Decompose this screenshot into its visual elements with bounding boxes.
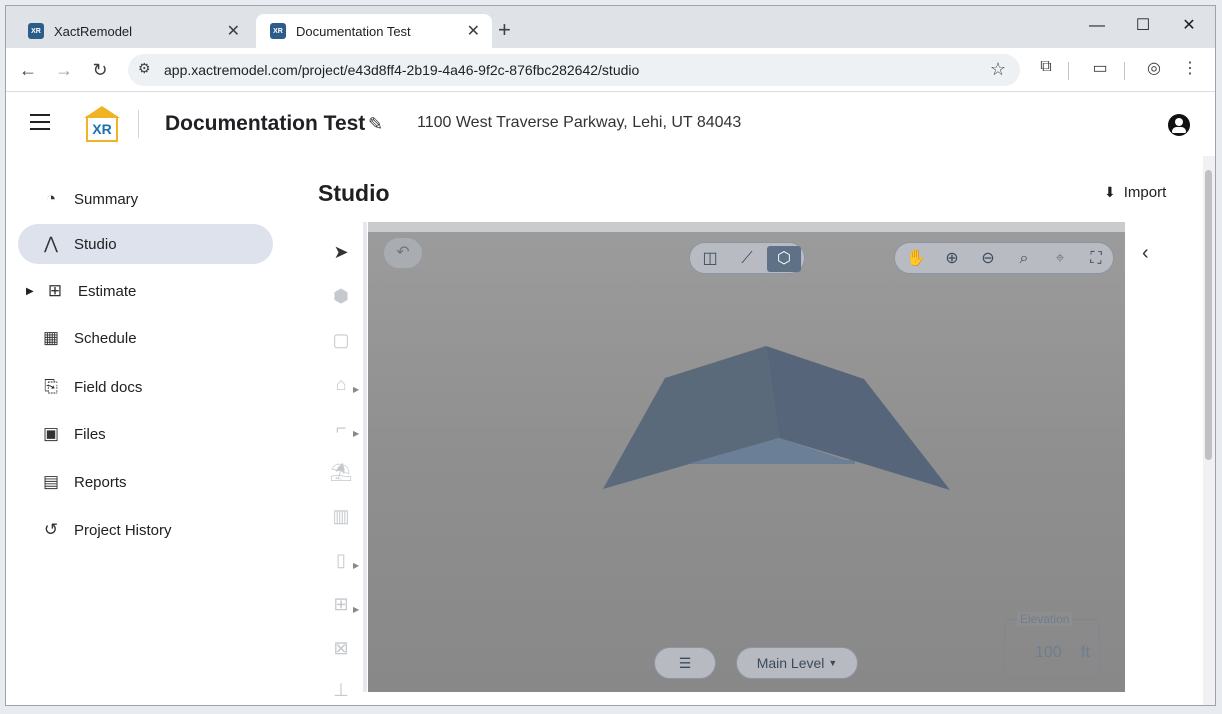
url-text[interactable]: app.xactremodel.com/project/e43d8ff4-2b1… [164, 62, 639, 78]
room-shape-icon[interactable]: ⬢ [329, 284, 353, 308]
project-address: 1100 West Traverse Parkway, Lehi, UT 840… [417, 114, 742, 131]
calculator-icon: ⊞ [47, 281, 63, 300]
profile-icon[interactable]: ◎ [1142, 58, 1166, 78]
site-info-icon[interactable]: ⚙ [138, 60, 151, 77]
deck-icon[interactable]: ⛱ [329, 460, 353, 484]
sidebar: ◔ Summary ⋀ Studio ▶ ⊞ Estimate ▦ Schedu… [6, 156, 296, 705]
sidebar-item-label: Field docs [74, 378, 143, 396]
calendar-icon: ▦ [42, 328, 60, 347]
sidebar-item-studio[interactable]: ⋀ Studio [18, 224, 273, 264]
opening-icon[interactable]: ⊠ [329, 636, 353, 660]
project-title: Documentation Test [165, 112, 366, 135]
dropdown-caret-icon: ▼ [828, 658, 838, 668]
tab-documentation-test[interactable]: XR Documentation Test ✕ [256, 14, 492, 48]
collapse-panel-chevron-icon[interactable]: ‹ [1142, 242, 1149, 265]
elevation-value[interactable]: 100 [1035, 644, 1062, 662]
sidebar-item-label: Estimate [78, 282, 137, 300]
elevation-label: Elevation [1017, 612, 1073, 626]
sidebar-item-field-docs[interactable]: ⎘ Field docs [18, 367, 273, 407]
xactremodel-logo[interactable]: XR [82, 106, 122, 142]
fence-icon[interactable]: ▥ [329, 504, 353, 528]
account-icon[interactable] [1168, 114, 1190, 136]
level-selector[interactable]: Main Level ▼ [736, 647, 858, 679]
sidebar-item-label: Summary [74, 190, 139, 208]
toolbar-divider [1068, 62, 1069, 80]
reload-icon[interactable]: ↻ [86, 56, 114, 84]
sidebar-item-schedule[interactable]: ▦ Schedule [18, 318, 273, 358]
scrollbar-thumb[interactable] [1205, 170, 1212, 460]
elevation-unit: ft [1081, 644, 1090, 661]
page-title: Studio [318, 180, 390, 206]
tab-strip: XR XactRemodel ✕ XR Documentation Test ✕… [6, 6, 1215, 48]
close-tab-icon[interactable]: ✕ [227, 21, 240, 41]
sidebar-item-summary[interactable]: ◔ Summary [18, 179, 273, 219]
hamburger-menu-icon[interactable] [30, 114, 50, 130]
close-tab-icon[interactable]: ✕ [467, 21, 480, 41]
sidebar-item-reports[interactable]: ▤ Reports [18, 462, 273, 502]
3d-viewport[interactable]: ↶ ◫ ⟋ ⬡ ✋ ⊕ ⊖ ⌕ ⌖ ⛶ Elevation 100 ft ☰ M… [368, 222, 1125, 692]
tab-title: XactRemodel [54, 23, 133, 39]
back-icon[interactable]: ← [14, 56, 42, 84]
address-bar[interactable]: ⚙ app.xactremodel.com/project/e43d8ff4-2… [128, 54, 1020, 86]
sidebar-item-label: Reports [74, 473, 127, 491]
app-header: XR Documentation Test ✎ 1100 West Traver… [6, 92, 1215, 156]
rectangle-room-icon[interactable]: ▢ [329, 328, 353, 352]
sidebar-item-label: Schedule [74, 329, 137, 347]
minimize-icon[interactable]: — [1074, 12, 1120, 40]
browser-menu-icon[interactable]: ⋮ [1178, 58, 1202, 78]
select-pointer-icon[interactable]: ➤ [329, 240, 353, 264]
sidebar-item-label: Studio [74, 235, 117, 253]
download-icon: ⬇ [1104, 184, 1116, 200]
forward-icon[interactable]: → [50, 56, 78, 84]
cast-search-icon[interactable]: ▭ [1088, 58, 1112, 78]
sidebar-item-label: Project History [74, 521, 172, 539]
edit-pencil-icon[interactable]: ✎ [368, 114, 383, 135]
stairs-icon[interactable]: ⌐ ▶ [329, 416, 359, 440]
studio-toolbar: ➤ ⬢ ▢ ⌂ ▶ ⌐ ▶ ⛱ ▥ ▯ ▶ ⊞ ▶ ⊠ ⊥ [319, 222, 367, 700]
document-icon: ▤ [42, 472, 60, 491]
browser-window: XR XactRemodel ✕ XR Documentation Test ✕… [5, 5, 1216, 706]
window-icon[interactable]: ⊞ ▶ [329, 592, 359, 616]
roof-tool-icon[interactable]: ⌂ ▶ [329, 372, 360, 396]
header-divider [138, 110, 139, 138]
images-icon: ▣ [42, 424, 60, 443]
expand-caret-icon[interactable]: ▶ [26, 286, 34, 297]
tab-title: Documentation Test [296, 23, 411, 39]
level-label: Main Level [756, 655, 825, 671]
sidebar-item-project-history[interactable]: ↺ Project History [18, 510, 273, 550]
extensions-icon[interactable]: ⧉ [1034, 58, 1058, 76]
elevation-field[interactable]: Elevation 100 ft [1004, 612, 1100, 679]
page-scrollbar[interactable] [1203, 156, 1215, 705]
maximize-icon[interactable]: ☐ [1120, 12, 1166, 40]
history-icon: ↺ [43, 520, 59, 539]
roof-right-face [766, 346, 950, 490]
tab-xactremodel[interactable]: XR XactRemodel ✕ [14, 14, 252, 48]
settings-sliders-button[interactable]: ☰ [654, 647, 716, 679]
door-icon[interactable]: ▯ ▶ [329, 548, 359, 572]
toolbar-divider [1124, 62, 1125, 80]
more-tools-icon[interactable]: ⊥ [329, 678, 353, 702]
sidebar-item-files[interactable]: ▣ Files [18, 414, 273, 454]
xr-favicon-icon: XR [270, 23, 286, 39]
logo-text: XR [86, 116, 118, 142]
browser-toolbar: ← → ↻ ⚙ app.xactremodel.com/project/e43d… [6, 48, 1215, 92]
new-tab-button[interactable]: + [498, 16, 511, 44]
sliders-icon: ☰ [678, 654, 692, 671]
clipboard-plus-icon: ⎘ [44, 377, 58, 396]
sidebar-item-estimate[interactable]: ▶ ⊞ Estimate [18, 271, 273, 311]
gauge-icon: ◔ [45, 189, 57, 208]
import-label: Import [1123, 184, 1167, 201]
compass-icon: ⋀ [44, 234, 58, 253]
import-button[interactable]: ⬇ Import [1104, 184, 1166, 201]
sidebar-item-label: Files [74, 425, 106, 443]
roof-left-face [603, 346, 779, 489]
xr-favicon-icon: XR [28, 23, 44, 39]
close-window-icon[interactable]: ✕ [1166, 12, 1212, 40]
bookmark-star-icon[interactable]: ☆ [990, 59, 1006, 80]
